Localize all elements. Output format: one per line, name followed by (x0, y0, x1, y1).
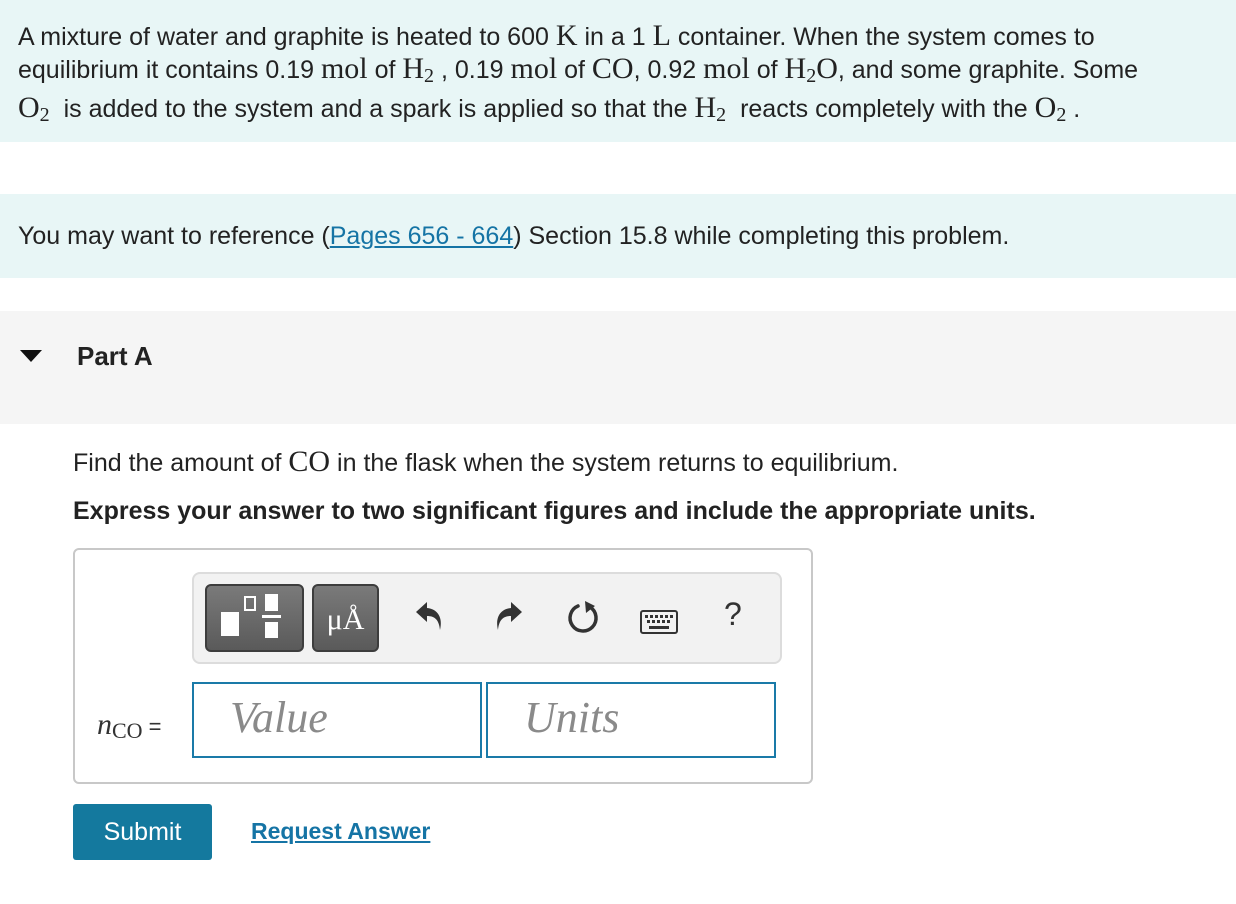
part-title: Part A (77, 341, 153, 371)
problem-text: in a 1 (577, 23, 653, 51)
variable-label: nCO = (97, 708, 161, 744)
formula-subscript: 2 (716, 104, 727, 126)
temperature-unit: K (555, 19, 578, 52)
problem-line-3: O2 is added to the system and a spark is… (18, 92, 1218, 131)
formula-symbol: H (402, 52, 425, 85)
formula-subscript: 2 (806, 65, 817, 87)
question-text-part: Find the amount of (73, 449, 289, 477)
symbols-button-label: μÅ (326, 603, 365, 636)
mol-unit: mol (703, 52, 750, 85)
caret-down-icon[interactable] (20, 350, 42, 362)
formula-symbol: H (694, 91, 717, 124)
math-toolbar: μÅ ? (192, 572, 782, 664)
problem-text: of (749, 56, 785, 84)
redo-icon[interactable] (492, 598, 524, 634)
formula-subscript: 2 (424, 65, 435, 87)
formula-h2o: H2O (784, 52, 838, 88)
formula-o2: O2 (18, 91, 50, 127)
reference-text: You may want to reference ( (18, 222, 330, 250)
problem-line-2: equilibrium it contains 0.19 mol of H2 ,… (18, 53, 1218, 92)
problem-text: equilibrium it contains 0.19 (18, 56, 321, 84)
formula-h2: H2 (402, 52, 435, 88)
variable-subscript: CO (112, 718, 143, 743)
problem-statement: A mixture of water and graphite is heate… (0, 0, 1236, 142)
problem-text: reacts completely with the (726, 95, 1035, 123)
problem-text: is added to the system and a spark is ap… (49, 95, 695, 123)
formula-co: CO (288, 445, 331, 478)
formula-symbol: O (18, 91, 40, 124)
variable-symbol: n (97, 708, 112, 741)
problem-text: A mixture of water and graphite is heate… (18, 23, 556, 51)
value-input[interactable]: Value (192, 682, 482, 758)
equals-sign: = (148, 714, 162, 739)
formula-h2: H2 (694, 91, 727, 127)
request-answer-link[interactable]: Request Answer (251, 818, 430, 845)
reset-icon[interactable] (566, 598, 602, 636)
formula-o2: O2 (1034, 91, 1067, 127)
part-a-header[interactable] (0, 311, 1236, 424)
templates-icon (221, 594, 281, 638)
answer-instruction: Express your answer to two significant f… (73, 497, 1036, 525)
submit-button[interactable]: Submit (73, 804, 212, 860)
mol-unit: mol (510, 52, 558, 85)
units-input[interactable]: Units (486, 682, 776, 758)
problem-text: , 0.19 (434, 56, 511, 84)
answer-box: μÅ ? nCO = Value Units (73, 548, 813, 784)
problem-line-1: A mixture of water and graphite is heate… (18, 20, 1218, 53)
question-text-part: in the flask when the system returns to … (330, 449, 899, 477)
reference-text: ) Section 15.8 while completing this pro… (513, 222, 1010, 250)
volume-unit: L (652, 19, 671, 52)
help-button[interactable]: ? (724, 596, 742, 633)
undo-icon[interactable] (414, 598, 446, 634)
keyboard-icon[interactable] (640, 610, 678, 634)
problem-text: of (557, 56, 592, 84)
question-text: Find the amount of CO in the flask when … (73, 444, 898, 481)
reference-panel: You may want to reference (Pages 656 - 6… (0, 194, 1236, 278)
problem-text: , 0.92 (633, 56, 704, 84)
symbols-button[interactable]: μÅ (312, 584, 379, 652)
problem-text: of (367, 56, 403, 84)
problem-text: , and some graphite. Some (837, 56, 1139, 84)
problem-text: container. When the system comes to (670, 23, 1095, 51)
formula-subscript: 2 (1056, 104, 1067, 126)
formula-co: CO (591, 52, 634, 85)
formula-symbol: O (816, 52, 838, 85)
formula-subscript: 2 (39, 104, 50, 126)
problem-text: . (1066, 95, 1081, 123)
mol-unit: mol (320, 52, 368, 85)
reference-pages-link[interactable]: Pages 656 - 664 (330, 222, 513, 250)
formula-symbol: H (784, 52, 807, 85)
formula-symbol: O (1034, 91, 1057, 124)
templates-button[interactable] (205, 584, 304, 652)
